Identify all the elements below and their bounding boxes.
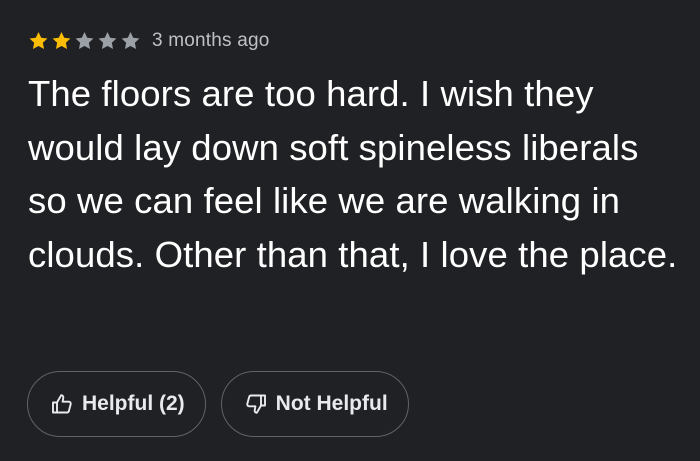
not-helpful-label: Not Helpful bbox=[275, 392, 388, 415]
star-empty-icon bbox=[98, 32, 117, 49]
review-actions: Helpful (2) Not Helpful bbox=[27, 371, 409, 437]
star-rating bbox=[27, 30, 142, 52]
star-empty-icon bbox=[75, 32, 94, 49]
helpful-button[interactable]: Helpful (2) bbox=[27, 371, 206, 437]
thumbs-up-icon bbox=[52, 394, 72, 414]
review-meta: 3 months ago bbox=[27, 27, 270, 55]
not-helpful-button[interactable]: Not Helpful bbox=[220, 371, 409, 437]
star-filled-icon bbox=[29, 32, 48, 49]
star-filled-icon bbox=[52, 32, 71, 49]
helpful-label: Helpful (2) bbox=[82, 392, 185, 415]
star-empty-icon bbox=[121, 32, 140, 49]
thumbs-down-icon bbox=[245, 394, 266, 414]
review-card: 3 months ago The floors are too hard. I … bbox=[0, 0, 700, 461]
review-timestamp: 3 months ago bbox=[152, 30, 270, 51]
review-text: The floors are too hard. I wish they wou… bbox=[28, 73, 678, 275]
